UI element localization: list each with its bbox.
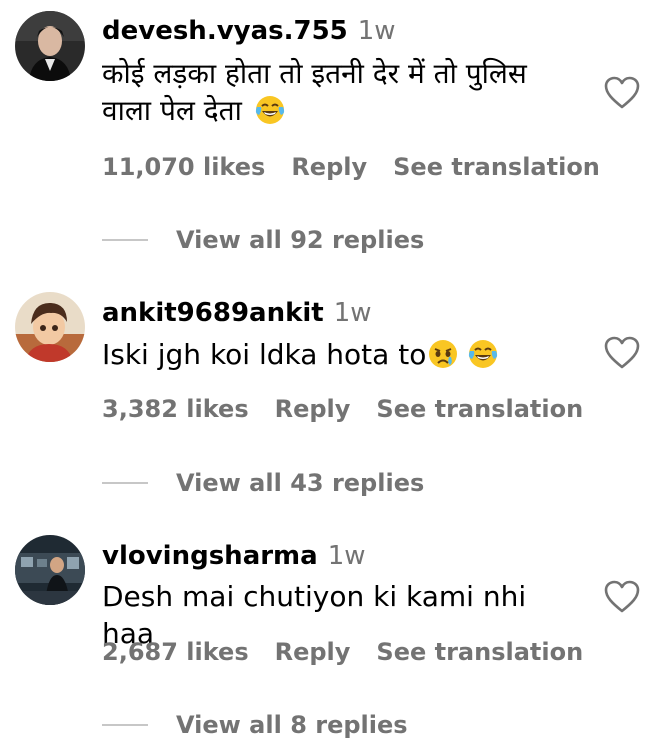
comment-item: vlovingsharma 1w Desh mai chutiyon ki kam… <box>0 0 652 743</box>
username[interactable]: vlovingsharma <box>102 541 318 571</box>
heart-icon[interactable] <box>604 580 640 613</box>
likes-count[interactable]: 2,687 likes <box>102 638 249 666</box>
comment-actions: 2,687 likes Reply See translation <box>102 637 583 667</box>
divider <box>102 724 148 726</box>
reply-button[interactable]: Reply <box>275 638 351 666</box>
timestamp: 1w <box>327 541 366 571</box>
view-replies-label[interactable]: View all 8 replies <box>176 711 408 739</box>
view-replies[interactable]: View all 8 replies <box>102 710 408 740</box>
comment-header: vlovingsharma 1w <box>102 539 366 573</box>
see-translation-link[interactable]: See translation <box>376 638 583 666</box>
avatar[interactable] <box>15 535 85 605</box>
